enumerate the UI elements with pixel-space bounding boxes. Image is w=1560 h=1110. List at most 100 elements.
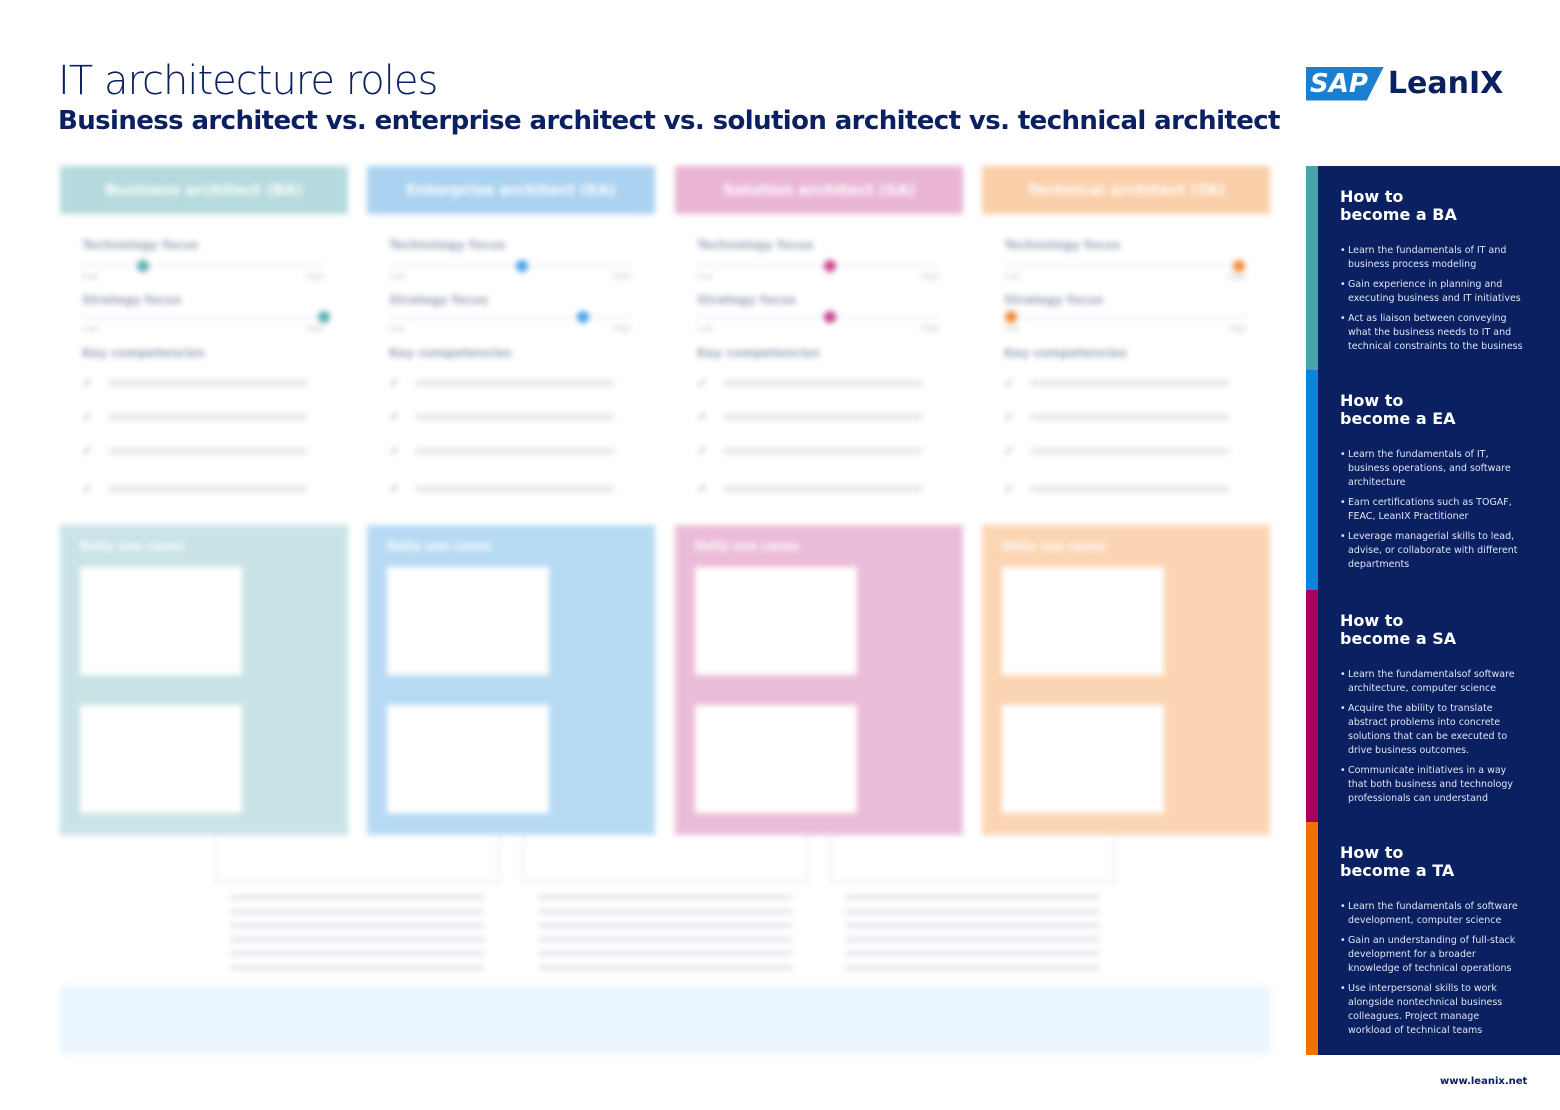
technology-focus-slider — [389, 260, 631, 272]
check-icon: ✔ — [1004, 444, 1015, 459]
color-stripe — [1306, 590, 1318, 822]
integration-text-line — [845, 909, 1100, 914]
use-case-screenshot — [1002, 705, 1164, 813]
competency-line — [415, 448, 615, 454]
competency-line — [1030, 486, 1230, 492]
role-header: Technical architect (TA) — [982, 166, 1270, 214]
daily-use-cases-panel: Daily use cases — [60, 525, 348, 835]
role-column: Solution architect (SA) Technology focus… — [675, 166, 963, 836]
check-icon: ✔ — [1004, 376, 1015, 391]
technology-focus-label: Technology focus — [389, 238, 506, 252]
tip-item: Earn certifications such as TOGAF, FEAC,… — [1340, 496, 1525, 524]
check-icon: ✔ — [389, 444, 400, 459]
tip-item: Act as liaison between conveying what th… — [1340, 312, 1525, 354]
competency-line — [723, 380, 923, 386]
color-stripe — [1306, 370, 1318, 590]
use-case-screenshot — [80, 705, 242, 813]
color-stripe — [1306, 166, 1318, 370]
technology-focus-label: Technology focus — [82, 238, 199, 252]
strategy-focus-label: Strategy focus — [82, 293, 182, 307]
footer-url[interactable]: www.leanix.net — [1440, 1076, 1527, 1087]
how-to-become-sidebar: How to become a BA Learn the fundamental… — [1306, 166, 1560, 1055]
blurred-comparison-area: Business architect (BA) Technology focus… — [0, 0, 1290, 1110]
high-label: High — [1228, 324, 1247, 333]
strategy-focus-slider — [389, 311, 631, 323]
strategy-focus-slider — [697, 311, 939, 323]
technology-focus-slider — [697, 260, 939, 272]
competency-line — [108, 486, 308, 492]
tip-item: Acquire the ability to translate abstrac… — [1340, 702, 1525, 758]
section-title: How to become a EA — [1340, 391, 1456, 428]
check-icon: ✔ — [82, 444, 93, 459]
low-label: Low — [697, 272, 713, 281]
technology-focus-marker — [136, 260, 149, 272]
tip-item: Gain experience in planning and executin… — [1340, 278, 1525, 306]
integration-text-line — [230, 909, 485, 914]
strategy-focus-marker — [1005, 311, 1018, 323]
competency-line — [723, 486, 923, 492]
low-label: Low — [1004, 324, 1020, 333]
integration-text-line — [230, 937, 485, 942]
competency-line — [1030, 380, 1230, 386]
strategy-focus-label: Strategy focus — [389, 293, 489, 307]
tips-list: Learn the fundamentals of software devel… — [1340, 900, 1525, 1044]
integration-text-line — [538, 937, 793, 942]
daily-use-cases-label: Daily use cases — [80, 539, 184, 553]
role-name: Technical architect (TA) — [1026, 181, 1226, 199]
integration-bracket — [523, 835, 808, 883]
high-label: High — [613, 272, 632, 281]
competency-line — [108, 414, 308, 420]
technology-focus-slider — [82, 260, 324, 272]
integration-text-line — [230, 965, 485, 970]
section-title: How to become a BA — [1340, 187, 1457, 224]
integration-bracket — [215, 835, 500, 883]
low-label: Low — [1004, 272, 1020, 281]
tip-item: Learn the fundamentals of software devel… — [1340, 900, 1525, 928]
technology-focus-marker — [824, 260, 837, 272]
high-label: High — [921, 272, 940, 281]
integration-text-line — [538, 909, 793, 914]
check-icon: ✔ — [697, 444, 708, 459]
role-name: Enterprise architect (EA) — [406, 181, 616, 199]
low-label: Low — [697, 324, 713, 333]
check-icon: ✔ — [697, 410, 708, 425]
competency-line — [723, 448, 923, 454]
integration-text-line — [845, 965, 1100, 970]
tip-item: Gain an understanding of full-stack deve… — [1340, 934, 1525, 976]
low-label: Low — [389, 272, 405, 281]
competency-line — [415, 486, 615, 492]
check-icon: ✔ — [389, 482, 400, 497]
check-icon: ✔ — [697, 482, 708, 497]
role-column: Business architect (BA) Technology focus… — [60, 166, 348, 836]
tip-item: Communicate initiatives in a way that bo… — [1340, 764, 1525, 806]
competency-line — [1030, 414, 1230, 420]
tips-list: Learn the fundamentals of IT, business o… — [1340, 448, 1525, 578]
how-to-section: How to become a TA Learn the fundamental… — [1306, 822, 1560, 1055]
use-case-screenshot — [387, 705, 549, 813]
tip-item: Leverage managerial skills to lead, advi… — [1340, 530, 1525, 572]
low-label: Low — [82, 272, 98, 281]
daily-use-cases-panel: Daily use cases — [367, 525, 655, 835]
integration-text-line — [538, 923, 793, 928]
use-case-screenshot — [695, 705, 857, 813]
use-case-screenshot — [695, 567, 857, 675]
strategy-focus-slider — [1004, 311, 1246, 323]
role-header: Enterprise architect (EA) — [367, 166, 655, 214]
integration-text-line — [538, 965, 793, 970]
high-label: High — [921, 324, 940, 333]
integration-text-line — [845, 951, 1100, 956]
integration-text-line — [845, 923, 1100, 928]
key-competencies-label: Key competencies — [697, 346, 820, 360]
daily-use-cases-panel: Daily use cases — [982, 525, 1270, 835]
bottom-banner — [60, 986, 1270, 1054]
high-label: High — [1228, 272, 1247, 281]
competency-line — [723, 414, 923, 420]
daily-use-cases-panel: Daily use cases — [675, 525, 963, 835]
low-label: Low — [389, 324, 405, 333]
tip-item: Learn the fundamentalsof software archit… — [1340, 668, 1525, 696]
strategy-focus-marker — [318, 311, 330, 323]
color-stripe — [1306, 822, 1318, 1055]
role-header: Business architect (BA) — [60, 166, 348, 214]
integration-text-line — [538, 951, 793, 956]
how-to-section: How to become a SA Learn the fundamental… — [1306, 590, 1560, 822]
